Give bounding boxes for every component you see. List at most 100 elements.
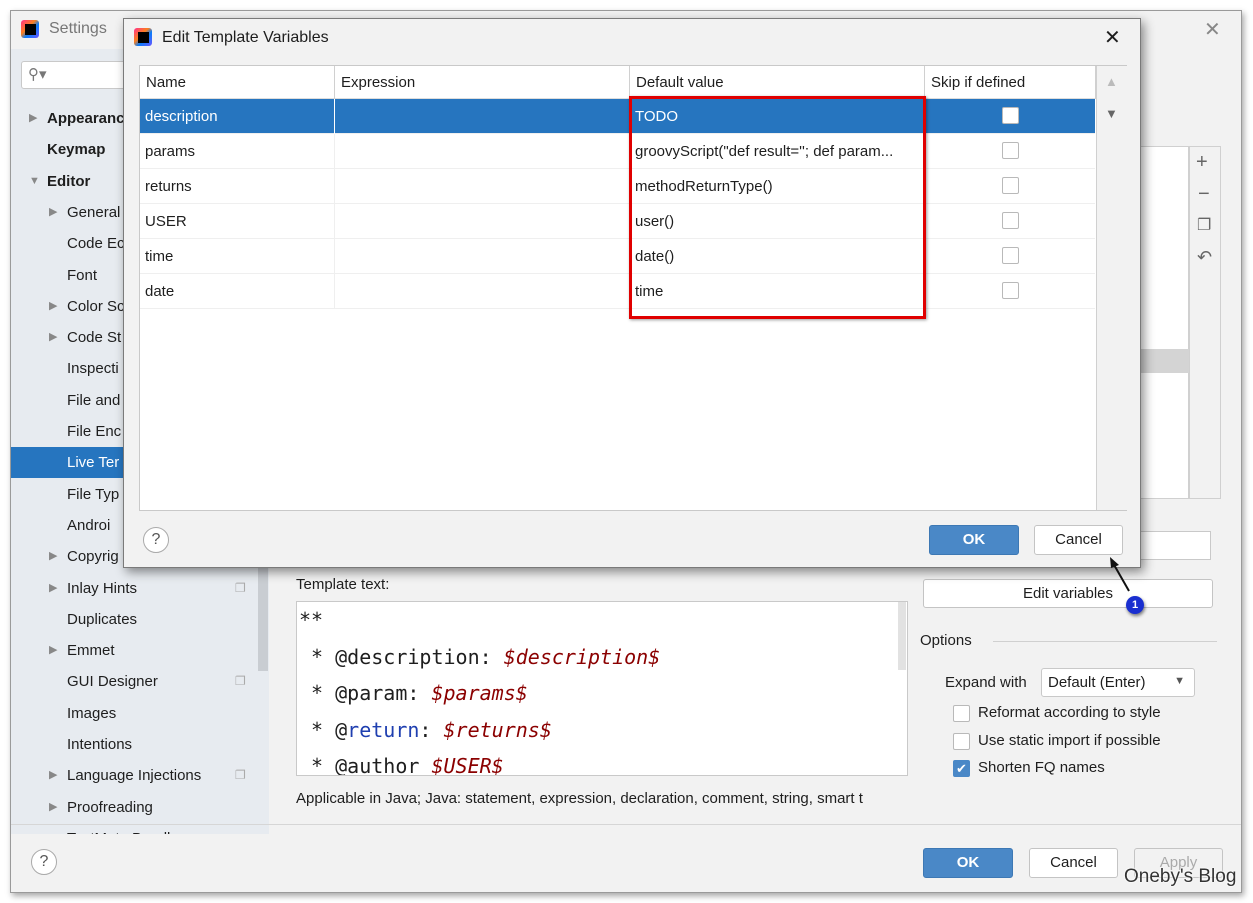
add-icon[interactable]: + bbox=[1196, 151, 1208, 174]
cell-name[interactable]: description bbox=[140, 99, 335, 134]
editor-scrollbar[interactable] bbox=[898, 602, 906, 670]
chevron-right-icon[interactable]: ▶ bbox=[49, 197, 57, 228]
sidebar-item[interactable]: ▶ Emmet bbox=[11, 635, 269, 666]
sidebar-item[interactable]: Intentions bbox=[11, 729, 269, 760]
move-down-icon[interactable]: ▼ bbox=[1105, 106, 1118, 121]
sidebar-item[interactable]: ▶ Language Injections ❐ bbox=[11, 760, 269, 791]
sidebar-item-label: Inspecti bbox=[67, 360, 119, 378]
skip-if-defined-checkbox[interactable] bbox=[1002, 247, 1019, 264]
remove-icon[interactable]: − bbox=[1198, 183, 1210, 206]
cell-name[interactable]: date bbox=[140, 274, 335, 309]
sidebar-item-label: Live Ter bbox=[67, 454, 120, 472]
sidebar-scrollbar[interactable] bbox=[258, 561, 268, 671]
template-text-editor[interactable]: ** * @description: $description$ * @para… bbox=[296, 601, 908, 776]
sidebar-item-label: Proofreading bbox=[67, 798, 153, 816]
table-row[interactable]: params groovyScript("def result=''; def p… bbox=[140, 134, 1095, 169]
sidebar-item-label: File Enc bbox=[67, 423, 122, 440]
highlight-box bbox=[629, 96, 926, 319]
sidebar-item-label: Color Sc bbox=[67, 297, 125, 315]
sidebar-item-label: Language Injections bbox=[67, 767, 202, 785]
dialog-title: Edit Template Variables bbox=[162, 29, 329, 46]
column-header[interactable]: Default value bbox=[630, 66, 925, 99]
code-token: * @author bbox=[299, 754, 432, 776]
code-line: ** bbox=[299, 608, 323, 632]
table-row[interactable]: USER user() bbox=[140, 204, 1095, 239]
sidebar-item[interactable]: ▶ Inlay Hints ❐ bbox=[11, 573, 269, 604]
cell-expression[interactable] bbox=[335, 274, 630, 309]
column-header[interactable]: Skip if defined bbox=[925, 66, 1096, 99]
chevron-right-icon[interactable]: ▶ bbox=[49, 291, 57, 322]
help-button[interactable]: ? bbox=[143, 527, 169, 553]
cell-expression[interactable] bbox=[335, 204, 630, 239]
cell-expression[interactable] bbox=[335, 169, 630, 204]
code-line: * @author $USER$ bbox=[299, 754, 504, 776]
cell-name[interactable]: time bbox=[140, 239, 335, 274]
close-icon[interactable]: ✕ bbox=[1104, 25, 1121, 50]
checkbox[interactable] bbox=[953, 705, 970, 722]
sidebar-item[interactable]: ▶ Proofreading bbox=[11, 792, 269, 823]
help-button[interactable]: ? bbox=[31, 849, 57, 875]
table-row[interactable]: time date() bbox=[140, 239, 1095, 274]
divider bbox=[993, 641, 1217, 642]
dialog-ok-button[interactable]: OK bbox=[929, 525, 1019, 555]
intellij-logo-icon bbox=[134, 28, 152, 46]
sidebar-item[interactable]: Duplicates bbox=[11, 604, 269, 635]
cell-expression[interactable] bbox=[335, 239, 630, 274]
checkbox[interactable]: ✔ bbox=[953, 760, 970, 777]
checkbox[interactable] bbox=[953, 732, 970, 750]
expand-with-value: Default (Enter) bbox=[1048, 674, 1146, 691]
sidebar-item-label: Code St bbox=[67, 329, 122, 347]
chevron-right-icon[interactable]: ▶ bbox=[49, 760, 57, 791]
table-row[interactable]: description TODO bbox=[140, 99, 1095, 134]
cell-name[interactable]: USER bbox=[140, 204, 335, 239]
applicable-contexts[interactable]: Applicable in Java; Java: statement, exp… bbox=[296, 790, 908, 807]
sidebar-item[interactable]: Images bbox=[11, 698, 269, 729]
checkbox-label[interactable]: Reformat according to style bbox=[978, 704, 1161, 721]
chevron-right-icon[interactable]: ▶ bbox=[49, 573, 57, 604]
skip-if-defined-checkbox[interactable] bbox=[1002, 282, 1019, 299]
move-up-icon[interactable]: ▲ bbox=[1105, 74, 1118, 89]
chevron-right-icon[interactable]: ▶ bbox=[29, 103, 37, 134]
table-row[interactable]: date time bbox=[140, 274, 1095, 309]
code-token: : bbox=[419, 717, 444, 742]
dialog-cancel-button[interactable]: Cancel bbox=[1034, 525, 1123, 555]
sidebar-item[interactable]: GUI Designer ❐ bbox=[11, 666, 269, 697]
options-heading: Options bbox=[920, 632, 972, 649]
code-line: * @return: $returns$ bbox=[299, 718, 552, 742]
expand-with-select[interactable]: Default (Enter) ▼ bbox=[1041, 668, 1195, 697]
undo-icon[interactable]: ↶ bbox=[1197, 247, 1212, 268]
code-token: ** bbox=[299, 608, 324, 632]
copy-icon[interactable]: ❐ bbox=[1197, 215, 1211, 235]
skip-if-defined-checkbox[interactable] bbox=[1002, 177, 1019, 194]
table-side-toolbar: ▲ ▼ bbox=[1096, 66, 1127, 510]
ok-button[interactable]: OK bbox=[923, 848, 1013, 878]
table-row[interactable]: returns methodReturnType() bbox=[140, 169, 1095, 204]
project-scope-icon: ❐ bbox=[235, 580, 246, 595]
sidebar-item-label: File Typ bbox=[67, 485, 120, 503]
skip-if-defined-checkbox[interactable] bbox=[1002, 142, 1019, 159]
skip-if-defined-checkbox[interactable] bbox=[1002, 107, 1019, 124]
cell-name[interactable]: params bbox=[140, 134, 335, 169]
close-icon[interactable]: ✕ bbox=[1204, 17, 1221, 42]
skip-if-defined-checkbox[interactable] bbox=[1002, 212, 1019, 229]
window-title: Settings bbox=[49, 20, 107, 37]
cell-expression[interactable] bbox=[335, 134, 630, 169]
cancel-button[interactable]: Cancel bbox=[1029, 848, 1118, 878]
chevron-right-icon[interactable]: ▶ bbox=[49, 635, 57, 666]
sidebar-item-label: Inlay Hints bbox=[67, 579, 138, 597]
cell-expression[interactable] bbox=[335, 99, 630, 134]
sidebar-item-label: Copyrig bbox=[67, 548, 119, 566]
sidebar-item-label: Font bbox=[67, 266, 98, 284]
chevron-down-icon[interactable]: ▼ bbox=[29, 166, 40, 197]
project-scope-icon: ❐ bbox=[235, 674, 246, 689]
cell-name[interactable]: returns bbox=[140, 169, 335, 204]
chevron-right-icon[interactable]: ▶ bbox=[49, 322, 57, 353]
chevron-right-icon[interactable]: ▶ bbox=[49, 792, 57, 823]
column-header[interactable]: Expression bbox=[335, 66, 630, 99]
edit-variables-button[interactable]: Edit variables bbox=[923, 579, 1213, 608]
code-token: $returns$ bbox=[443, 717, 552, 742]
column-header[interactable]: Name bbox=[140, 66, 335, 99]
checkbox-label[interactable]: Shorten FQ names bbox=[978, 759, 1105, 776]
checkbox-label[interactable]: Use static import if possible bbox=[978, 732, 1161, 749]
chevron-right-icon[interactable]: ▶ bbox=[49, 541, 57, 572]
